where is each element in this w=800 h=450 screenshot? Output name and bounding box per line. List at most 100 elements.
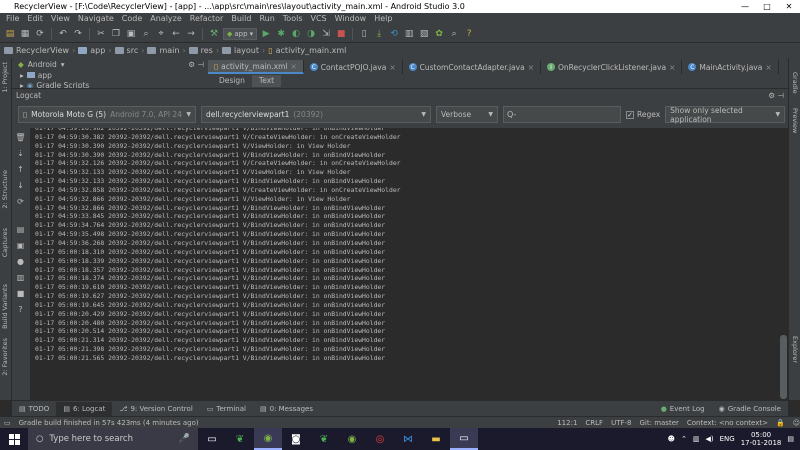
copy-icon[interactable]: ❐ [110,28,122,40]
context-indicator[interactable]: Context: <no context> [687,419,768,427]
menu-edit[interactable]: Edit [23,13,47,25]
close-icon[interactable]: × [765,63,771,72]
make-project-icon[interactable]: ⚒ [208,28,220,40]
microphone-icon[interactable]: 🎤 [179,434,198,444]
tool-tab-project[interactable]: 1: Project [1,62,9,93]
tab-design[interactable]: Design [212,75,252,87]
regex-checkbox[interactable]: ✓ Regex [626,110,660,119]
breadcrumb-item[interactable]: layout [234,46,259,55]
tool-tab-gradle[interactable]: Gradle [791,72,799,94]
clock[interactable]: 05:00 17-01-2018 [741,431,782,447]
screenshot-icon[interactable]: ▣ [15,240,26,251]
status-message[interactable]: Gradle build finished in 57s 423ms (4 mi… [19,419,550,427]
menu-code[interactable]: Code [118,13,146,25]
cursor-position[interactable]: 112:1 [557,419,577,427]
back-icon[interactable]: ← [170,28,182,40]
profile-icon[interactable]: ◐ [290,28,302,40]
menu-vcs[interactable]: VCS [307,13,331,25]
menu-file[interactable]: File [2,13,23,25]
menu-refactor[interactable]: Refactor [186,13,228,25]
gear-icon[interactable]: ⚙ ⊣ [768,91,788,100]
notifications-icon[interactable]: ▤ [787,435,794,443]
tool-tab-favorites[interactable]: 2: Favorites [1,338,9,376]
replace-icon[interactable]: ⌖ [155,28,167,40]
close-icon[interactable]: × [291,62,297,71]
menu-tools[interactable]: Tools [279,13,307,25]
sync-icon[interactable]: ⟳ [34,28,46,40]
debug-icon[interactable]: ✱ [275,28,287,40]
tool-tab-preview[interactable]: Preview [791,108,799,133]
coverage-icon[interactable]: ◑ [305,28,317,40]
task-view-icon[interactable]: ▭ [198,428,226,450]
breadcrumb-item[interactable]: RecyclerView [16,46,69,55]
open-folder-icon[interactable]: ▤ [4,28,16,40]
editor-tab-onrecyclerclicklistener[interactable]: I OnRecyclerClickListener.java × [541,60,683,74]
taskbar-search[interactable]: ○ Type here to search 🎤 [28,428,198,450]
up-stack-icon[interactable]: ↑ [15,164,26,175]
menu-build[interactable]: Build [227,13,255,25]
close-button[interactable]: ✕ [778,0,800,13]
screen-record-icon[interactable]: ● [15,256,26,267]
menu-view[interactable]: View [47,13,74,25]
tab-event-log[interactable]: ● Event Log [654,402,712,416]
menu-help[interactable]: Help [370,13,396,25]
layout-icon[interactable]: ▥ [15,272,26,283]
terminal-window-icon[interactable]: ▭ [450,428,478,450]
logcat-output[interactable]: 01-17 04:59:26.962 20392-20392/dell.recy… [30,128,780,400]
visual-studio-code-icon[interactable]: ⋈ [394,428,422,450]
android-monitor-icon[interactable]: ✿ [433,28,445,40]
tab-terminal[interactable]: ▭ Terminal [200,402,253,416]
breadcrumb-item[interactable]: res [201,46,213,55]
start-button[interactable] [0,428,28,450]
tree-item-app[interactable]: ▸ app [12,70,208,80]
camera-icon[interactable]: ◙ [282,428,310,450]
git-branch[interactable]: Git: master [640,419,679,427]
tool-tab-captures[interactable]: Captures [1,228,9,257]
breadcrumb-item[interactable]: main [159,46,179,55]
device-select[interactable]: ▯ Motorola Moto G (5) Android 7.0, API 2… [18,106,196,123]
project-structure-icon[interactable]: ▥ [403,28,415,40]
tab-text[interactable]: Text [251,75,282,87]
project-view-mode[interactable]: Android [28,60,57,69]
tool-tab-structure[interactable]: 2: Structure [1,170,9,209]
gear-icon[interactable]: ⚙ ⊣ [188,60,208,69]
help-icon[interactable]: ? [463,28,475,40]
menu-window[interactable]: Window [331,13,371,25]
attach-debugger-icon[interactable]: ⇲ [320,28,332,40]
sdk-manager-icon[interactable]: ⤓ [373,28,385,40]
tool-tab-build-variants[interactable]: Build Variants [1,284,9,329]
menu-navigate[interactable]: Navigate [74,13,118,25]
tray-chevron-icon[interactable]: ⌃ [681,435,687,443]
editor-tab-customcontactadapter[interactable]: C CustomContactAdapter.java × [403,60,541,74]
chrome-icon[interactable]: ◎ [366,428,394,450]
lock-icon[interactable]: 🔒 [776,419,785,427]
process-select[interactable]: dell.recyclerviewpart1 (20392) ▼ [201,106,431,123]
volume-icon[interactable]: ◀) [705,435,713,443]
tab-todo[interactable]: ▤ TODO [12,402,56,416]
android-studio-icon[interactable]: ◉ [254,428,282,450]
editor-tab-mainactivity[interactable]: C MainActivity.java × [682,60,779,74]
filter-select[interactable]: Show only selected application ▼ [665,106,786,124]
save-icon[interactable]: ▦ [19,28,31,40]
layout-inspector-icon[interactable]: ▧ [418,28,430,40]
mongodb-icon[interactable]: ❦ [226,428,254,450]
tree-item-gradle-scripts[interactable]: ▸ ◉ Gradle Scripts [12,80,208,88]
stop-icon[interactable]: ■ [335,28,347,40]
menu-run[interactable]: Run [255,13,278,25]
editor-tab-contactpojo[interactable]: C ContactPOJO.java × [304,60,403,74]
minimize-button[interactable]: — [734,0,756,13]
network-icon[interactable]: ▥ [693,435,700,443]
paste-icon[interactable]: ▣ [125,28,137,40]
editor-tab-activity-main[interactable]: ▯ activity_main.xml × [208,60,304,74]
tool-tab-device-file-explorer[interactable]: Device File Explorer [791,336,800,400]
menu-analyze[interactable]: Analyze [146,13,186,25]
mongodb-compass-icon[interactable]: ❦ [310,428,338,450]
tab-logcat[interactable]: ▤ 6: Logcat [56,401,113,416]
undo-icon[interactable]: ↶ [57,28,69,40]
tab-version-control[interactable]: ⎇ 9: Version Control [112,402,199,416]
input-language[interactable]: ENG [720,435,735,443]
log-level-select[interactable]: Verbose ▼ [436,106,498,123]
cut-icon[interactable]: ✂ [95,28,107,40]
line-separator[interactable]: CRLF [585,419,603,427]
file-explorer-icon[interactable]: ▬ [422,428,450,450]
